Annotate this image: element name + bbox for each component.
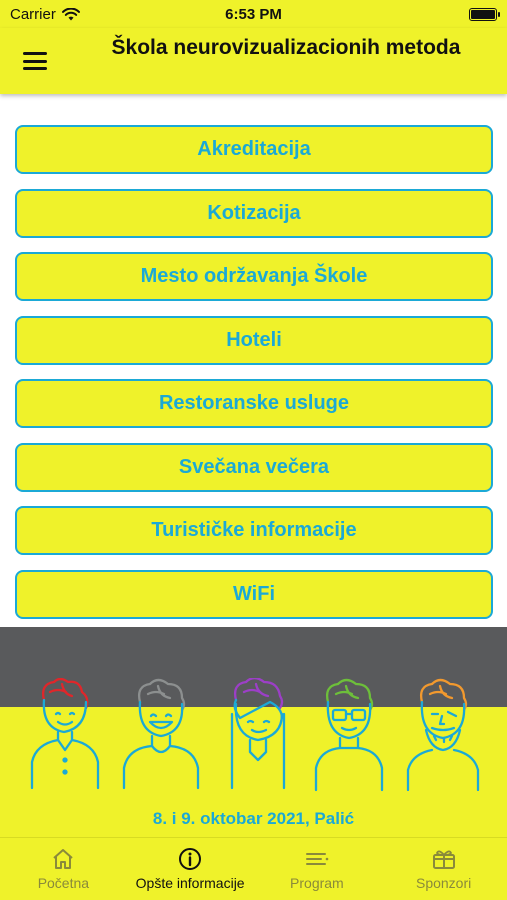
menu-item-venue[interactable]: Mesto održavanja Škole: [15, 252, 493, 301]
menu-item-akreditacija[interactable]: Akreditacija: [15, 125, 493, 174]
menu-item-hotels[interactable]: Hoteli: [15, 315, 493, 365]
wifi-icon: [61, 7, 80, 20]
person-4: [314, 678, 384, 792]
menu-item-gala-dinner[interactable]: Svečana večera: [15, 442, 493, 492]
hamburger-line: [23, 67, 47, 70]
people-illustration: [30, 678, 480, 792]
info-icon: [179, 848, 202, 870]
person-5: [406, 678, 480, 792]
home-icon: [53, 849, 74, 869]
tab-sponzori-label: Sponzori: [415, 875, 472, 891]
battery-icon: [469, 7, 500, 21]
tab-opste-informacije[interactable]: Opšte informacije: [127, 838, 254, 900]
status-left: Carrier: [10, 6, 80, 23]
info-menu-list: Akreditacija Kotizacija Mesto održavanja…: [15, 125, 493, 633]
tab-sponzori[interactable]: Sponzori: [380, 838, 507, 900]
nav-bar: Škola neurovizualizacionih metoda: [0, 28, 507, 94]
menu-item-wifi[interactable]: WiFi: [15, 569, 493, 619]
tab-program[interactable]: Program: [254, 838, 381, 900]
tab-pocetna-label: Početna: [37, 875, 90, 891]
tab-pocetna[interactable]: Početna: [0, 838, 127, 900]
carrier-label: Carrier: [10, 5, 56, 23]
menu-item-restaurants[interactable]: Restoranske usluge: [15, 379, 493, 428]
tab-bar: Početna Opšte informacije Program Sponzo…: [0, 837, 507, 900]
menu-item-tourist-info[interactable]: Turističke informacije: [15, 506, 493, 555]
gift-icon: [432, 850, 455, 869]
hamburger-line: [23, 59, 47, 63]
person-3: [230, 678, 286, 790]
tab-opste-informacije-label: Opšte informacije: [135, 875, 245, 891]
status-bar: Carrier 6:53 PM: [0, 0, 507, 28]
page-title: Škola neurovizualizacionih metoda: [111, 36, 461, 59]
person-1: [30, 678, 100, 790]
person-2: [122, 678, 200, 790]
tab-program-label: Program: [290, 875, 344, 891]
list-icon: [305, 853, 329, 865]
event-date-location: 8. i 9. oktobar 2021, Palić: [152, 809, 355, 828]
hamburger-line: [23, 52, 47, 55]
hamburger-menu-button[interactable]: [22, 50, 48, 72]
menu-item-kotizacija[interactable]: Kotizacija: [15, 188, 493, 238]
